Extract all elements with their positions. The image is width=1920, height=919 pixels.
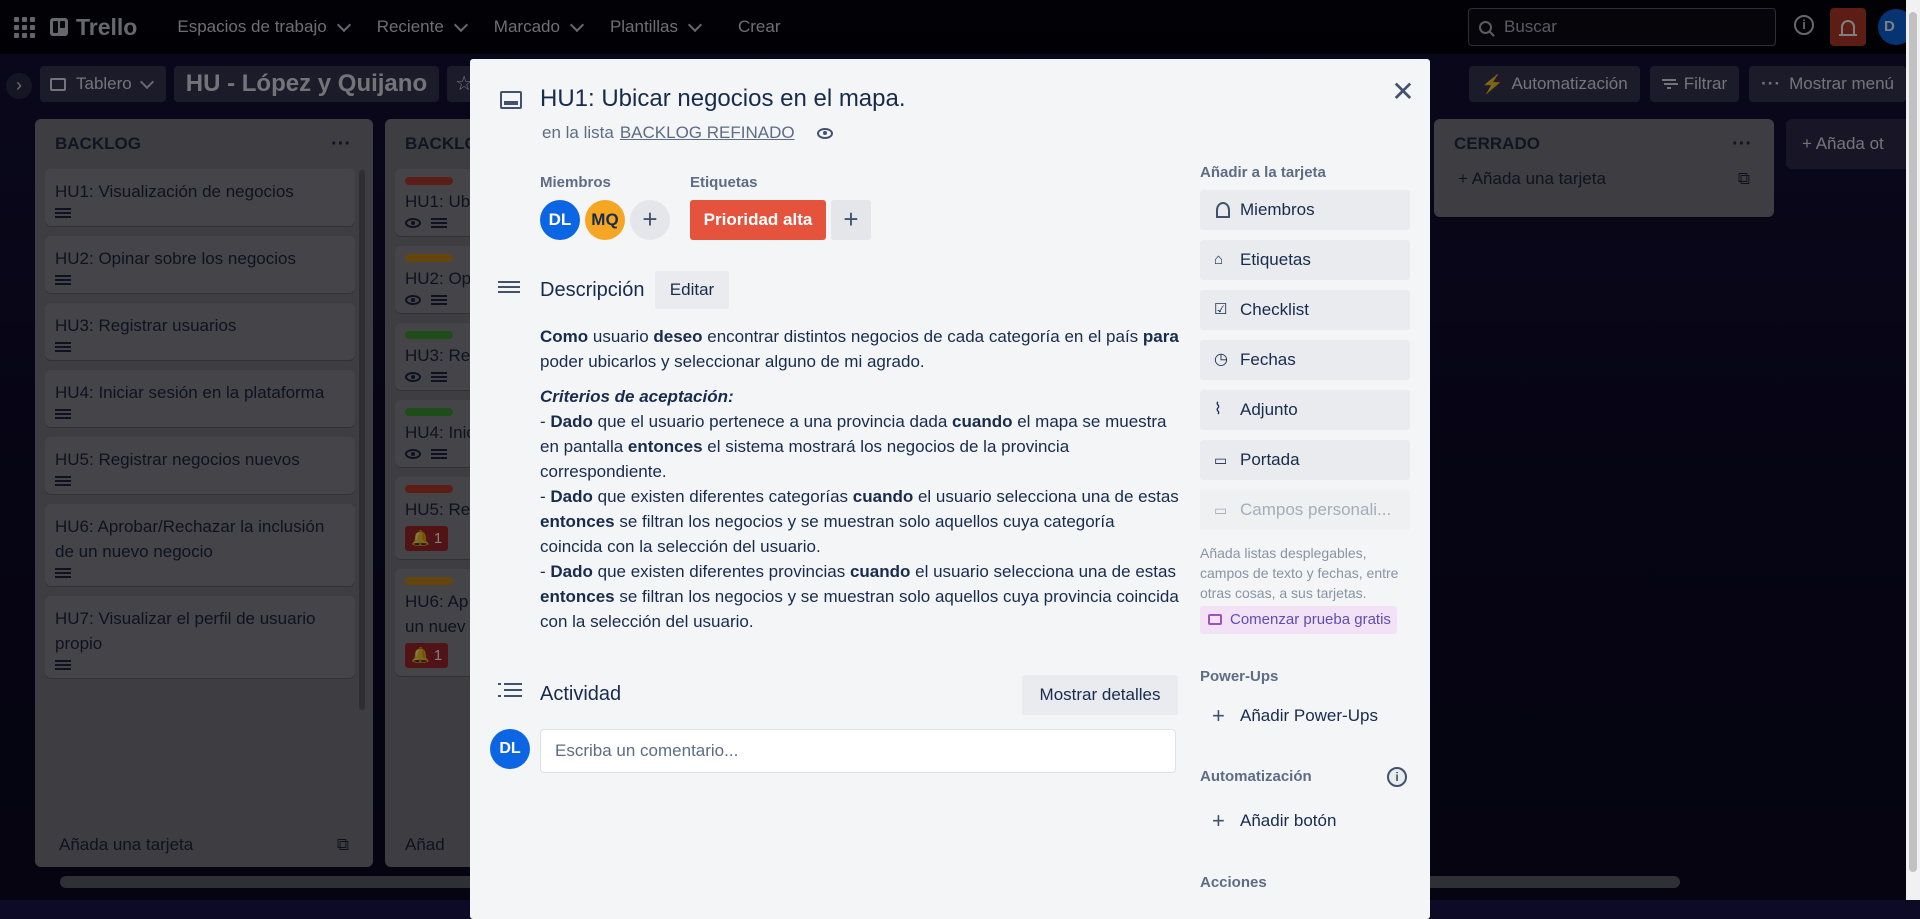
- custom-fields-button[interactable]: ▭ Campos personali...: [1200, 490, 1410, 530]
- attachment-button-label: Adjunto: [1240, 400, 1298, 419]
- desc-text: -: [540, 562, 551, 581]
- cover-icon: ▭: [1214, 452, 1228, 468]
- desc-text: que el usuario pertenece a una provincia…: [592, 412, 953, 431]
- desc-bold: para: [1142, 327, 1179, 346]
- criterion-3: - Dado que existen diferentes provincias…: [540, 559, 1180, 634]
- desc-bold: entonces: [627, 437, 703, 456]
- page-scrollbar[interactable]: [1906, 0, 1920, 900]
- trello-app: Trello Espacios de trabajo Reciente Marc…: [0, 0, 1920, 919]
- desc-text: el usuario selecciona una de estas: [913, 487, 1179, 506]
- labels-button[interactable]: ⌂ Etiquetas: [1200, 240, 1410, 280]
- start-trial-label: Comenzar prueba gratis: [1230, 611, 1391, 628]
- desc-text: usuario: [588, 327, 654, 346]
- checklist-button-label: Checklist: [1240, 300, 1309, 319]
- tag-icon: ⌂: [1214, 251, 1224, 268]
- desc-bold: deseo: [653, 327, 703, 346]
- add-button-label: Añadir botón: [1240, 811, 1337, 830]
- desc-text: que existen diferentes categorías: [592, 487, 853, 506]
- description-text[interactable]: Como usuario deseo encontrar distintos n…: [540, 324, 1180, 634]
- criterion-2: - Dado que existen diferentes categorías…: [540, 484, 1180, 559]
- in-list-prefix: en la lista: [542, 123, 614, 142]
- activity-heading: Actividad: [540, 683, 622, 705]
- description-paragraph: Como usuario deseo encontrar distintos n…: [540, 324, 1180, 374]
- desc-bold: Dado: [550, 412, 593, 431]
- criteria-heading: Criterios de aceptación:: [540, 387, 734, 406]
- add-button-button[interactable]: + Añadir botón: [1200, 801, 1410, 841]
- desc-bold: cuando: [849, 562, 911, 581]
- activity-icon: [498, 683, 522, 701]
- powerups-label: Power-Ups: [1200, 668, 1279, 685]
- members-label: Miembros: [540, 174, 611, 191]
- start-trial-button[interactable]: Comenzar prueba gratis: [1200, 606, 1397, 634]
- clock-icon: ◷: [1214, 351, 1228, 368]
- description-icon: [498, 281, 520, 297]
- edit-description-button[interactable]: Editar: [655, 271, 729, 309]
- cover-button[interactable]: ▭ Portada: [1200, 440, 1410, 480]
- card-title[interactable]: HU1: Ubicar negocios en el mapa.: [540, 85, 906, 113]
- custom-fields-icon: ▭: [1214, 502, 1228, 518]
- label-chip-prioridad-alta[interactable]: Prioridad alta: [690, 200, 826, 240]
- card-detail-modal: HU1: Ubicar negocios en el mapa. en la l…: [470, 59, 1430, 919]
- desc-text: el usuario selecciona una de estas: [910, 562, 1176, 581]
- show-details-button[interactable]: Mostrar detalles: [1022, 675, 1178, 715]
- add-powerups-label: Añadir Power-Ups: [1240, 706, 1378, 725]
- add-to-card-label: Añadir a la tarjeta: [1200, 164, 1326, 181]
- automation-info-icon[interactable]: i: [1387, 767, 1407, 787]
- person-icon: [1216, 202, 1230, 218]
- members-button-label: Miembros: [1240, 200, 1315, 219]
- watch-icon[interactable]: [816, 127, 833, 139]
- plus-icon: +: [1212, 703, 1225, 728]
- desc-text: -: [540, 412, 551, 431]
- criterion-1: - Dado que el usuario pertenece a una pr…: [540, 409, 1180, 484]
- trial-icon: [1208, 614, 1222, 625]
- desc-bold: cuando: [952, 412, 1013, 431]
- desc-text: poder ubicarlos y seleccionar alguno de …: [540, 352, 925, 371]
- add-label-button[interactable]: +: [831, 200, 871, 240]
- plus-icon: +: [1212, 808, 1225, 833]
- close-icon[interactable]: ✕: [1388, 77, 1418, 107]
- add-powerups-button[interactable]: + Añadir Power-Ups: [1200, 696, 1410, 736]
- checklist-icon: ☑: [1214, 301, 1228, 318]
- attachment-button[interactable]: ⌇ Adjunto: [1200, 390, 1410, 430]
- desc-bold: cuando: [852, 487, 914, 506]
- desc-text: que existen diferentes provincias: [592, 562, 850, 581]
- desc-text: se filtran los negocios y se muestran so…: [540, 512, 1115, 556]
- card-icon: [500, 91, 522, 109]
- dates-button-label: Fechas: [1240, 350, 1296, 369]
- automation-label: Automatización: [1200, 768, 1312, 785]
- labels-label: Etiquetas: [690, 174, 758, 191]
- page-scrollbar-thumb[interactable]: [1909, 12, 1917, 872]
- labels-button-label: Etiquetas: [1240, 250, 1311, 269]
- checklist-button[interactable]: ☑ Checklist: [1200, 290, 1410, 330]
- members-button[interactable]: Miembros: [1200, 190, 1410, 230]
- desc-bold: Dado: [550, 562, 593, 581]
- actions-label: Acciones: [1200, 874, 1267, 891]
- paperclip-icon: ⌇: [1214, 401, 1222, 418]
- desc-bold: entonces: [540, 512, 615, 531]
- description-heading: Descripción: [540, 279, 645, 301]
- desc-bold: entonces: [540, 587, 615, 606]
- desc-text: -: [540, 487, 551, 506]
- custom-fields-promo: Añada listas desplegables, campos de tex…: [1200, 545, 1399, 601]
- desc-bold: Dado: [550, 487, 593, 506]
- list-link[interactable]: BACKLOG REFINADO: [620, 123, 795, 143]
- desc-text: se filtran los negocios y se muestran so…: [540, 587, 1179, 631]
- desc-bold: Como: [540, 327, 589, 346]
- cover-button-label: Portada: [1240, 450, 1300, 469]
- member-avatar-mq[interactable]: MQ: [585, 200, 625, 240]
- dates-button[interactable]: ◷ Fechas: [1200, 340, 1410, 380]
- add-member-button[interactable]: +: [630, 200, 670, 240]
- card-list-info: en la lista BACKLOG REFINADO: [542, 123, 833, 143]
- custom-fields-button-label: Campos personali...: [1240, 500, 1392, 519]
- comment-avatar[interactable]: DL: [490, 729, 530, 769]
- desc-text: encontrar distintos negocios de cada cat…: [702, 327, 1143, 346]
- member-avatar-dl[interactable]: DL: [540, 200, 580, 240]
- comment-input[interactable]: Escriba un comentario...: [540, 729, 1176, 773]
